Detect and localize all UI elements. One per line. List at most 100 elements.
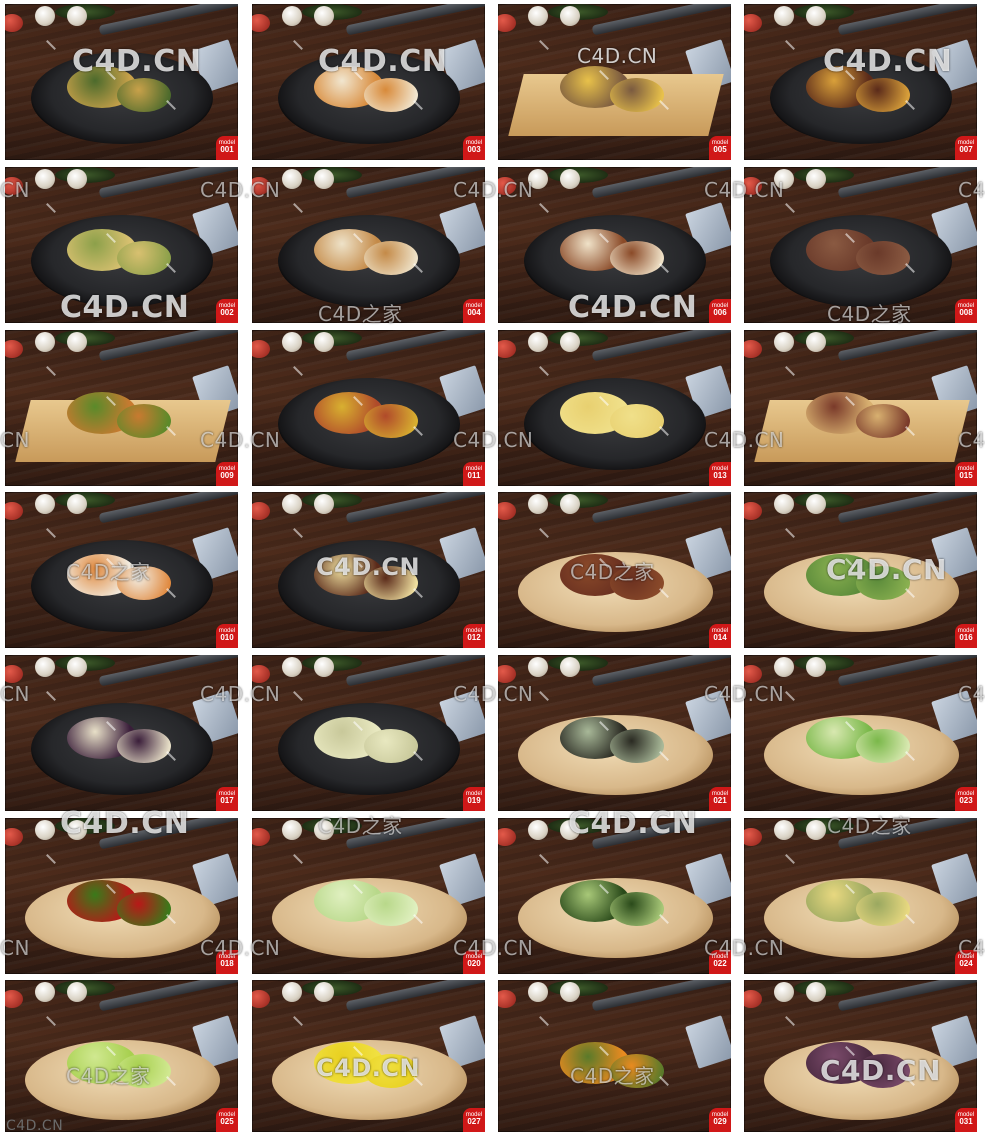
product-thumbnail[interactable]: model 015 [744,330,977,486]
garlic-decor [774,657,794,677]
watermark-c4dcn: C4D.CN [704,936,785,960]
food-item [364,78,418,112]
garlic-decor [774,820,794,840]
product-thumbnail[interactable]: model 009 [5,330,238,486]
watermark-c4d-home: C4D之家 [827,302,912,326]
garlic-decor [35,169,55,189]
watermark-c4-fragment: C4 [958,428,985,452]
food-item [856,729,910,763]
model-number-badge: model 031 [955,1108,977,1132]
product-thumbnail[interactable]: model 029 [498,980,731,1132]
watermark-c4dcn: C4D.CN [820,1054,941,1087]
model-number-badge: model 017 [216,787,238,811]
watermark-c4dcn: C4D.CN [200,936,281,960]
food-item [856,892,910,926]
garlic-decor [806,6,826,26]
garlic-decor [35,494,55,514]
food-item [117,404,171,438]
garlic-decor [806,982,826,1002]
model-number-badge: model 001 [216,136,238,160]
badge-number: 027 [467,1117,481,1126]
model-number-badge: model 004 [463,299,485,323]
product-thumbnail[interactable]: model 025 [5,980,238,1132]
model-number-badge: model 025 [216,1108,238,1132]
watermark-c4d-home: C4D之家 [570,1064,655,1088]
badge-number: 020 [467,959,481,968]
model-number-badge: model 021 [709,787,731,811]
garlic-decor [806,332,826,352]
garlic-decor [35,6,55,26]
badge-number: 022 [713,959,727,968]
badge-number: 029 [713,1117,727,1126]
model-number-badge: model 014 [709,624,731,648]
product-thumbnail[interactable]: model 001 [5,4,238,160]
food-item [364,404,418,438]
watermark-cn-fragment: CN [0,428,30,452]
food-item [364,729,418,763]
food-item [610,892,664,926]
watermark-c4dcn: C4D.CN [316,1054,421,1082]
badge-number: 025 [220,1117,234,1126]
garlic-decor [560,6,580,26]
food-item [610,729,664,763]
food-item [364,892,418,926]
product-thumbnail[interactable]: model 017 [5,655,238,811]
garlic-decor [314,332,334,352]
model-number-badge: model 003 [463,136,485,160]
watermark-c4d-home: C4D之家 [318,814,403,838]
watermark-c4dcn: C4D.CN [72,44,202,79]
model-number-badge: model 009 [216,462,238,486]
product-thumbnail[interactable]: model 013 [498,330,731,486]
watermark-c4dcn: C4D.CN [704,682,785,706]
garlic-decor [67,494,87,514]
watermark-c4dcn: C4D.CN [577,44,658,68]
watermark-c4d-home: C4D之家 [318,302,403,326]
product-thumbnail[interactable]: model 007 [744,4,977,160]
badge-number: 031 [959,1117,973,1126]
garlic-decor [528,6,548,26]
model-number-badge: model 006 [709,299,731,323]
garlic-decor [282,494,302,514]
food-item [117,729,171,763]
product-thumbnail[interactable]: model 005 [498,4,731,160]
food-item [856,404,910,438]
garlic-decor [314,169,334,189]
product-thumbnail[interactable]: model 011 [252,330,485,486]
product-thumbnail[interactable]: model 020 [252,818,485,974]
model-number-badge: model 008 [955,299,977,323]
product-thumbnail[interactable]: model 023 [744,655,977,811]
garlic-decor [282,820,302,840]
watermark-cn-fragment: CN [0,682,30,706]
watermark-c4dcn: C4D.CN [453,936,534,960]
badge-number: 012 [467,633,481,642]
garlic-decor [67,657,87,677]
garlic-decor [67,332,87,352]
model-number-badge: model 005 [709,136,731,160]
product-thumbnail[interactable]: model 019 [252,655,485,811]
model-number-badge: model 019 [463,787,485,811]
badge-number: 014 [713,633,727,642]
garlic-decor [528,657,548,677]
watermark-cn-fragment: CN [0,178,30,202]
watermark-c4dcn: C4D.CN [453,428,534,452]
garlic-decor [528,820,548,840]
badge-number: 024 [959,959,973,968]
garlic-decor [774,332,794,352]
product-thumbnail[interactable]: model 021 [498,655,731,811]
watermark-c4-fragment: C4 [958,178,985,202]
badge-number: 001 [220,145,234,154]
badge-number: 008 [959,308,973,317]
model-number-badge: model 029 [709,1108,731,1132]
food-item [364,241,418,275]
product-thumbnail[interactable]: model 003 [252,4,485,160]
garlic-decor [282,332,302,352]
garlic-decor [806,169,826,189]
garlic-decor [774,494,794,514]
badge-number: 003 [467,145,481,154]
watermark-c4dcn: C4D.CN [316,553,421,581]
watermark-c4dcn: C4D.CN [60,806,190,841]
badge-number: 005 [713,145,727,154]
model-number-badge: model 011 [463,462,485,486]
food-item [856,241,910,275]
garlic-decor [560,169,580,189]
